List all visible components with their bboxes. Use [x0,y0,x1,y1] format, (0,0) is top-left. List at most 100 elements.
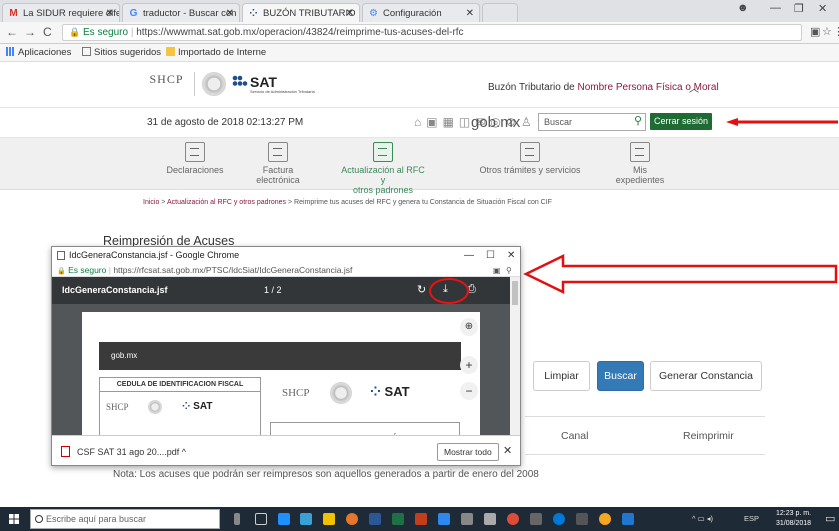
page-icon [57,251,65,260]
nav-mis-expedientes[interactable]: Mis expedientes [610,142,670,185]
browser-tab-sidur[interactable]: M La SIDUR requiere diferir ✕ [2,3,120,22]
task-view-icon[interactable] [255,513,267,525]
powerpoint-icon[interactable] [415,513,427,525]
clear-button[interactable]: Limpiar [533,361,590,391]
app-icon[interactable] [461,513,473,525]
main-navigation: Declaraciones Factura electrónica Actuali… [0,138,839,195]
url-field[interactable]: 🔒 Es seguro | https://wwwmat.sat.gob.mx/… [62,24,802,41]
show-all-downloads-button[interactable]: Mostrar todo [437,443,499,461]
reload-icon[interactable]: C [43,25,52,39]
popup-url-field[interactable]: 🔒 Es seguro | https://rfcsat.sat.gob.mx/… [52,264,520,277]
browser-tab-buzon[interactable]: ⁘ BUZÓN TRIBUTARIO ✕ [242,3,360,22]
word-icon[interactable] [369,513,381,525]
chevron-up-icon[interactable]: ^ [182,447,186,457]
windows-start-icon[interactable] [9,514,19,524]
nav-declaraciones[interactable]: Declaraciones [165,142,225,175]
zoom-in-icon[interactable]: + [460,356,478,374]
tab-label: Configuración [383,8,442,19]
rotate-icon[interactable]: ↻ [417,283,426,296]
breadcrumb-home[interactable]: Inicio [143,199,159,206]
download-item[interactable]: CSF SAT 31 ago 20....pdf ^ [77,447,186,457]
browser-tab-translator[interactable]: G traductor - Buscar con Go ✕ [122,3,240,22]
doc-shcp-logo: SHCP [282,387,310,399]
file-explorer-icon[interactable] [323,513,335,525]
browser-tab-settings[interactable]: ⚙ Configuración ✕ [362,3,480,22]
annotation-arrow-logout [726,118,838,126]
sat-logo[interactable]: SAT Servicio de Administración Tributari… [232,74,315,94]
pdf-file-icon [61,446,70,457]
restore-icon[interactable]: ☐ [486,247,495,264]
back-icon[interactable]: ← [6,25,18,39]
url-text: https://wwwmat.sat.gob.mx/operacion/4382… [136,27,464,38]
page-icon [82,47,91,56]
language-indicator[interactable]: ESP [744,514,759,523]
excel-icon[interactable] [392,513,404,525]
fit-page-icon[interactable]: ⊕ [460,318,478,336]
gobmx-logo[interactable]: gob.mx [471,114,520,131]
search-icon[interactable]: ⚲ [634,114,642,127]
breadcrumb-rfc[interactable]: Actualización al RFC y otros padrones [167,199,286,206]
nav-otros-tramites[interactable]: Otros trámites y servicios [475,142,585,175]
annotation-circle-download [429,278,469,304]
translate-icon[interactable]: ▣ [493,264,501,277]
nav-factura[interactable]: Factura electrónica [248,142,308,185]
calculator-icon[interactable] [530,513,542,525]
note-text: Nota: Los acuses que podrán ser reimpres… [113,469,539,480]
bookmark-star-icon[interactable]: ☆ [822,25,832,38]
nav-actualizacion-rfc[interactable]: Actualización al RFC y otros padrones [338,142,428,195]
lock-icon: 🔒 [69,27,81,37]
app-icon[interactable] [599,513,611,525]
annotation-arrow-popup [523,254,838,294]
system-tray-icons[interactable]: ^ ▭ ◂) [692,514,713,523]
app-icon[interactable] [622,513,634,525]
close-window-icon[interactable]: ✕ [507,247,515,264]
app-icon[interactable] [553,513,565,525]
settings-gear-icon: ⚙ [369,8,378,19]
app-icon[interactable] [438,513,450,525]
edge-icon[interactable] [278,513,290,525]
explorer-icon[interactable] [300,513,312,525]
taskbar-search-input[interactable]: Escribe aquí para buscar [30,509,220,529]
minimize-icon[interactable]: — [464,247,474,264]
logout-button[interactable]: Cerrar sesión [650,113,713,130]
close-window-icon[interactable]: ✕ [818,2,827,15]
notifications-icon[interactable]: ▭ [825,512,835,525]
chrome-icon[interactable] [507,513,519,525]
app-icon[interactable] [484,513,496,525]
site-search-input[interactable]: Buscar [538,113,646,131]
forward-icon[interactable]: → [24,25,36,39]
shcp-logo[interactable]: SHCP [145,72,195,96]
firefox-icon[interactable] [346,513,358,525]
pdf-scrollbar[interactable] [510,277,520,435]
pdf-viewer[interactable]: gob.mx CEDULA DE IDENTIFICACION FISCAL S… [52,304,510,435]
close-shelf-icon[interactable]: ✕ [503,444,512,457]
bookmark-suggested[interactable]: Sitios sugeridos [82,44,161,62]
bookmark-imported[interactable]: Importado de Interne [166,44,266,62]
close-tab-icon[interactable]: ✕ [466,4,474,22]
bookmark-apps[interactable]: Aplicaciones [6,44,71,62]
translate-icon[interactable]: ▣ [810,25,820,38]
bookmarks-bar: Aplicaciones Sitios sugeridos Importado … [0,44,839,62]
close-tab-icon[interactable]: ✕ [346,4,354,22]
microphone-icon[interactable] [234,513,240,525]
zoom-out-icon[interactable]: − [460,382,478,400]
app-icon[interactable] [576,513,588,525]
zoom-search-icon[interactable]: ⚲ [506,264,512,277]
national-seal-icon [202,72,226,96]
browser-tabstrip: M La SIDUR requiere diferir ✕ G traducto… [0,0,839,22]
search-button[interactable]: Buscar [597,361,644,391]
profile-icon[interactable]: ☻ [737,2,749,14]
menu-icon[interactable]: ⋮ [833,25,839,38]
doc-sat-logo: ⁘ SAT [182,401,213,412]
taskbar-clock[interactable]: 12:23 p. m. 31/08/2018 [776,509,811,529]
new-tab-button[interactable] [482,3,518,22]
chevron-up-icon[interactable]: ︿ [689,80,699,95]
table-divider [525,454,765,455]
popup-titlebar: IdcGeneraConstancia.jsf - Google Chrome … [52,247,520,264]
generate-constancia-button[interactable]: Generar Constancia [650,361,762,391]
minimize-icon[interactable]: — [770,2,781,14]
close-tab-icon[interactable]: ✕ [106,4,114,22]
close-tab-icon[interactable]: ✕ [226,4,234,22]
restore-icon[interactable]: ❐ [794,2,804,15]
scrollbar-thumb[interactable] [512,281,518,305]
